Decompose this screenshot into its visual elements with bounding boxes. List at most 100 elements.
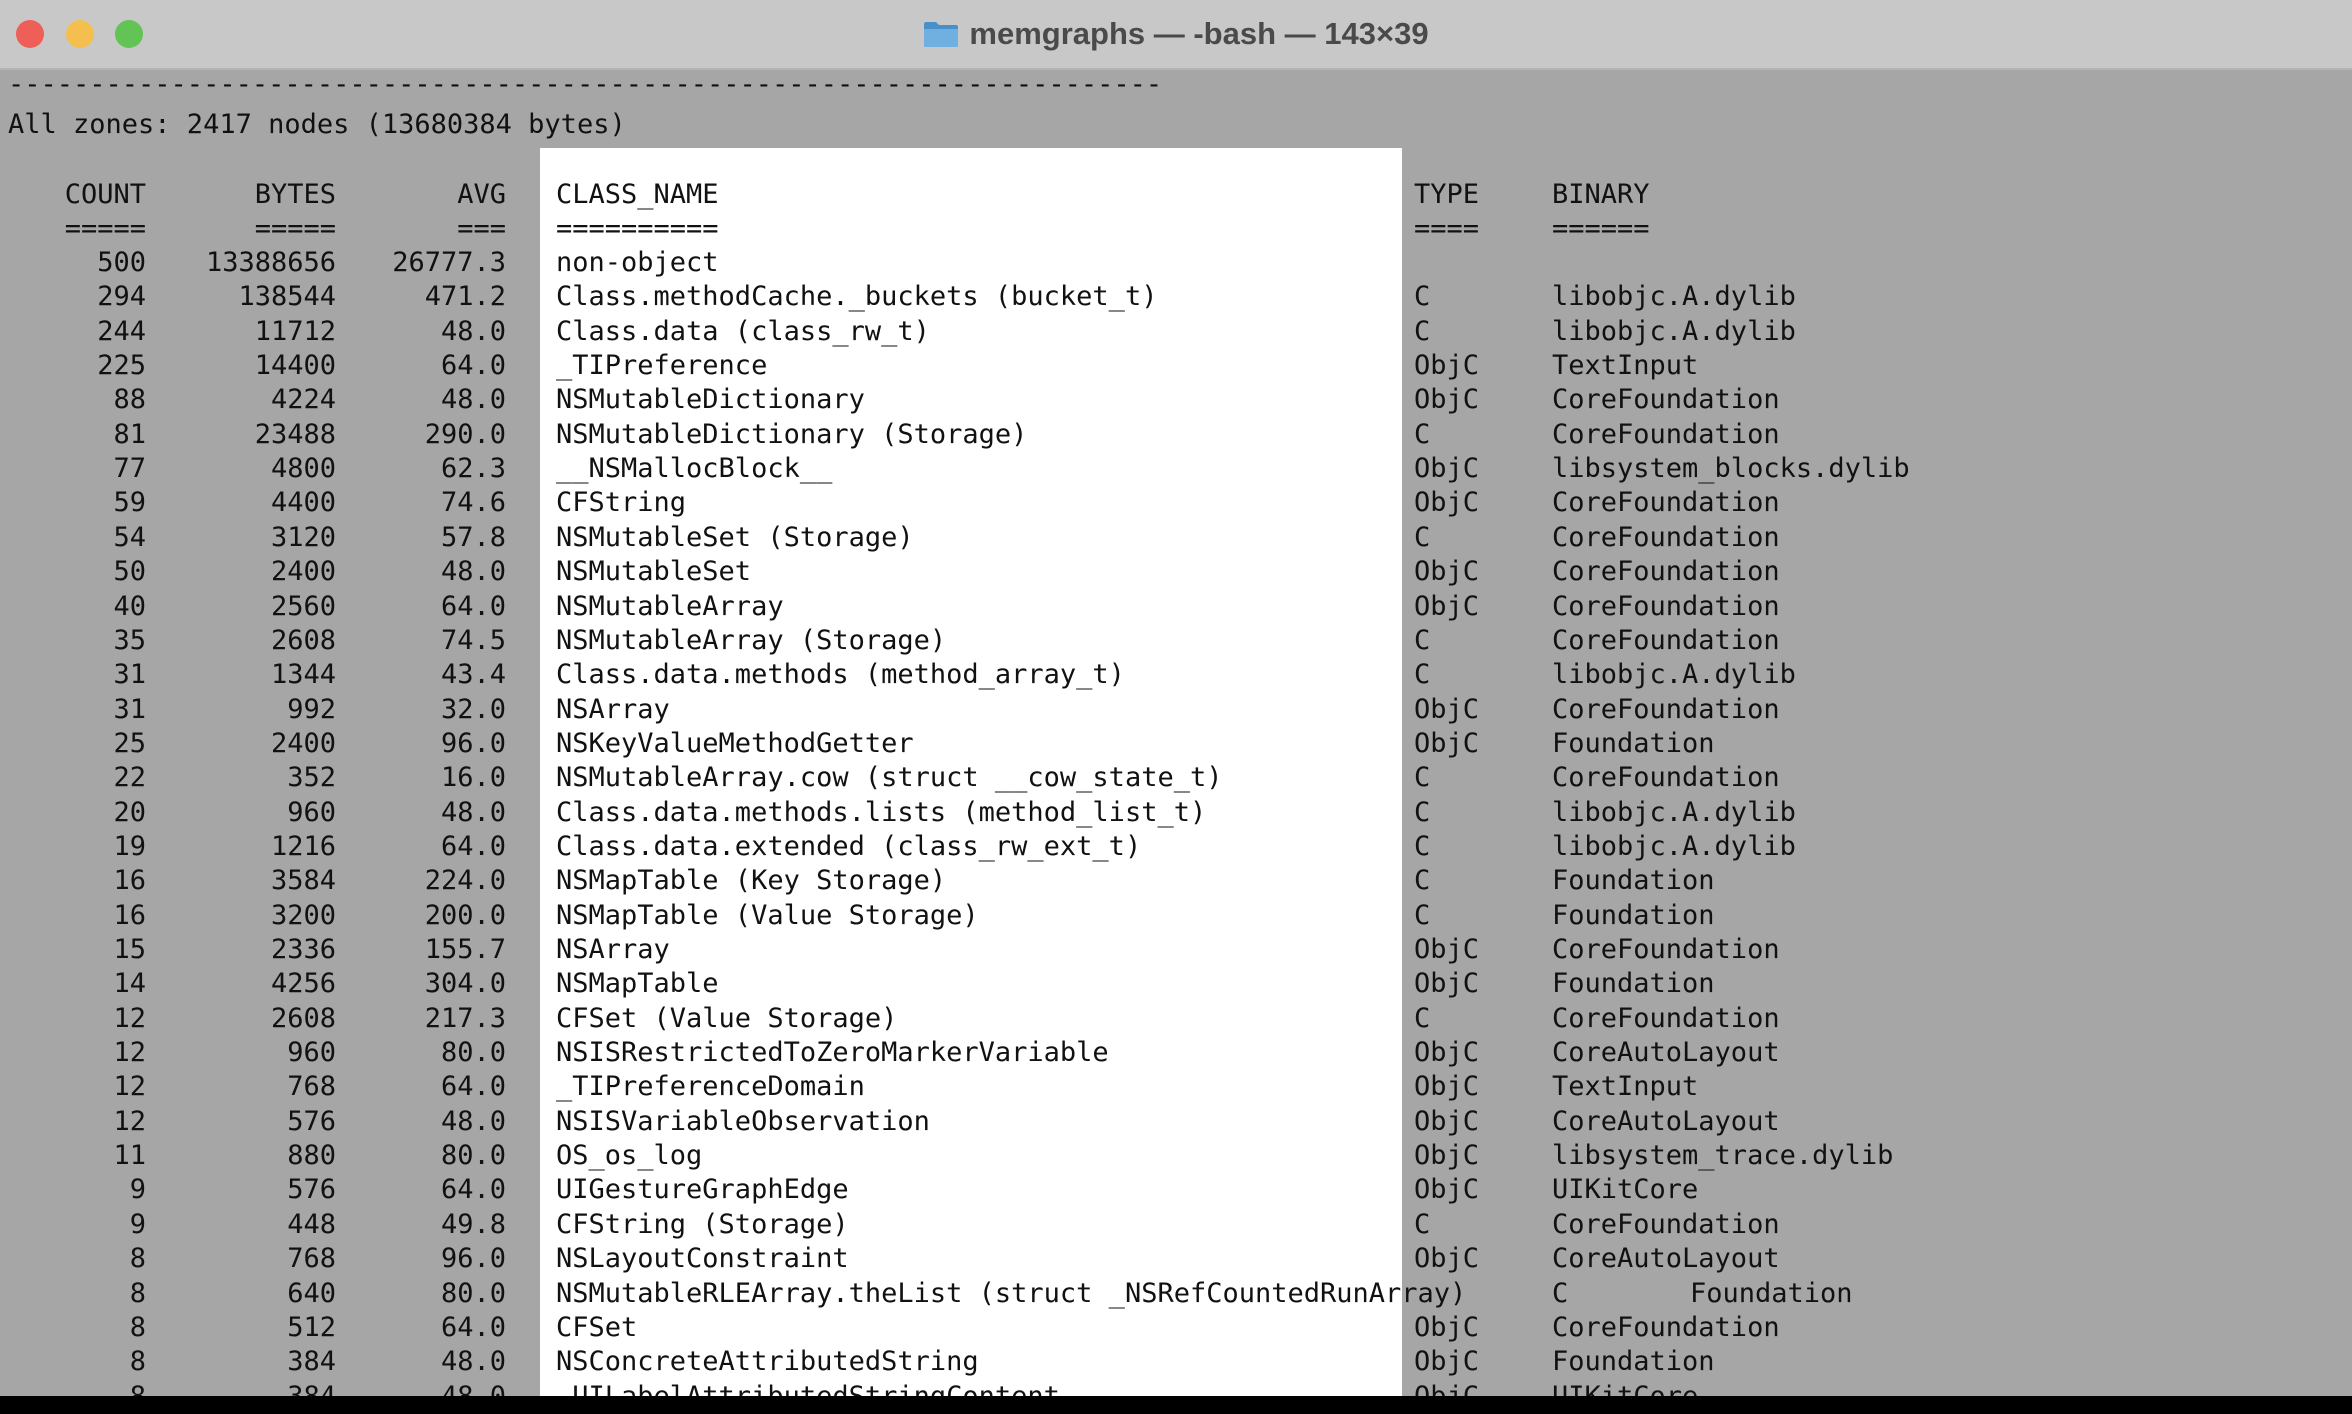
header-binary: BINARY: [1552, 179, 1650, 210]
row-binary: CoreFoundation: [1552, 419, 1780, 450]
row-count: 22: [113, 762, 146, 793]
row-count: 9: [129, 1209, 146, 1240]
row-binary: libobjc.A.dylib: [1552, 316, 1796, 347]
terminal-content[interactable]: ----------------------------------------…: [0, 0, 2352, 1396]
row-bytes: 13388656: [205, 247, 336, 278]
row-bytes: 2400: [270, 728, 336, 759]
row-count: 12: [113, 1003, 146, 1034]
row-type: ObjC: [1414, 1243, 1480, 1274]
header-avg: AVG: [457, 179, 506, 210]
row-class-name: NSKeyValueMethodGetter: [556, 728, 914, 759]
row-binary: CoreFoundation: [1552, 487, 1780, 518]
row-type: ObjC: [1414, 694, 1480, 725]
row-bytes: 4224: [270, 384, 336, 415]
row-type: ObjC: [1414, 968, 1480, 999]
row-binary: Foundation: [1552, 728, 1715, 759]
row-type: ObjC: [1414, 1346, 1480, 1377]
row-count: 294: [97, 281, 146, 312]
row-count: 31: [113, 659, 146, 690]
row-avg: 64.0: [440, 591, 506, 622]
row-type: C: [1414, 865, 1431, 896]
row-type: ObjC: [1414, 487, 1480, 518]
row-avg: 57.8: [440, 522, 506, 553]
row-class-name: CFString: [556, 487, 687, 518]
row-binary: libsystem_blocks.dylib: [1552, 453, 1910, 484]
row-avg: 48.0: [350, 1380, 506, 1396]
row-class-name: Class.data.extended (class_rw_ext_t): [556, 831, 1142, 862]
row-binary: Foundation: [1552, 865, 1715, 896]
row-type: C: [1414, 316, 1431, 347]
row-bytes: 768: [287, 1243, 336, 1274]
row-count: 12: [113, 1037, 146, 1068]
row-bytes: 2608: [270, 1003, 336, 1034]
row-class-name: NSArray: [556, 934, 670, 965]
row-bytes: 2608: [270, 625, 336, 656]
row-count: 9: [129, 1174, 146, 1205]
row-binary: CoreFoundation: [1552, 522, 1780, 553]
row-count: 8: [129, 1312, 146, 1343]
row-type: ObjC: [1414, 1312, 1480, 1343]
terminal-window: memgraphs — -bash — 143×39 -------------…: [0, 0, 2352, 1396]
row-avg: 48.0: [440, 384, 506, 415]
row-bytes: 3200: [270, 900, 336, 931]
row-class-name: NSMutableSet (Storage): [556, 522, 914, 553]
row-binary: Foundation: [1552, 900, 1715, 931]
row-bytes: 992: [287, 694, 336, 725]
row-bytes: 2400: [270, 556, 336, 587]
row-count: 15: [113, 934, 146, 965]
row-type: C: [1414, 1003, 1431, 1034]
row-bytes: 640: [287, 1278, 336, 1309]
row-binary: libobjc.A.dylib: [1552, 831, 1796, 862]
row-class-name: __NSMallocBlock__: [556, 453, 833, 484]
row-count: 40: [113, 591, 146, 622]
row-avg: 96.0: [440, 728, 506, 759]
header-class-name: CLASS_NAME: [556, 179, 719, 210]
header-type: TYPE: [1414, 179, 1480, 210]
row-avg: 49.8: [440, 1209, 506, 1240]
row-avg: 80.0: [440, 1278, 506, 1309]
row-binary: CoreAutoLayout: [1552, 1243, 1780, 1274]
row-bytes: 3584: [270, 865, 336, 896]
row-class-name: NSMutableDictionary: [556, 384, 865, 415]
row-class-name: Class.methodCache._buckets (bucket_t): [556, 281, 1158, 312]
row-binary: CoreFoundation: [1552, 556, 1780, 587]
row-count: 12: [113, 1106, 146, 1137]
row-class-name: Class.data.methods (method_array_t): [556, 659, 1125, 690]
row-type: C: [1414, 625, 1431, 656]
row-count: 8: [129, 1278, 146, 1309]
row-binary: UIKitCore: [1552, 1174, 1699, 1205]
row-class-name: non-object: [556, 247, 719, 278]
row-count: 244: [97, 316, 146, 347]
row-avg: 26777.3: [392, 247, 506, 278]
row-binary: libobjc.A.dylib: [1552, 797, 1796, 828]
header-count: COUNT: [64, 179, 146, 210]
row-count: 8: [129, 1243, 146, 1274]
row-count: 19: [113, 831, 146, 862]
row-avg: 64.0: [440, 1071, 506, 1102]
row-avg: 64.0: [440, 831, 506, 862]
row-type: C: [1414, 831, 1431, 862]
row-class-name: NSArray: [556, 694, 670, 725]
row-bytes: 960: [287, 1037, 336, 1068]
row-class-name: CFSet (Value Storage): [556, 1003, 898, 1034]
row-avg: 80.0: [440, 1037, 506, 1068]
row-class-name: _UILabelAttributedStringContent: [556, 1380, 1060, 1396]
row-bytes: 2560: [270, 591, 336, 622]
row-bytes: 384: [287, 1346, 336, 1377]
row-avg: 48.0: [440, 556, 506, 587]
row-binary: libobjc.A.dylib: [1552, 281, 1796, 312]
row-count: 20: [113, 797, 146, 828]
row-class-name: CFSet: [556, 1312, 638, 1343]
row-binary: CoreFoundation: [1552, 762, 1780, 793]
underline-binary: ======: [1552, 213, 1650, 244]
row-binary: CoreFoundation: [1552, 694, 1780, 725]
row-avg: 48.0: [440, 1106, 506, 1137]
row-binary: CoreAutoLayout: [1552, 1037, 1780, 1068]
row-class-name: OS_os_log: [556, 1140, 703, 1171]
row-class-name: NSISRestrictedToZeroMarkerVariable: [556, 1037, 1109, 1068]
row-bytes: 1216: [270, 831, 336, 862]
row-type: ObjC: [1414, 1106, 1480, 1137]
row-avg: 155.7: [424, 934, 506, 965]
row-type: ObjC: [1414, 591, 1480, 622]
row-avg: 48.0: [440, 1346, 506, 1377]
